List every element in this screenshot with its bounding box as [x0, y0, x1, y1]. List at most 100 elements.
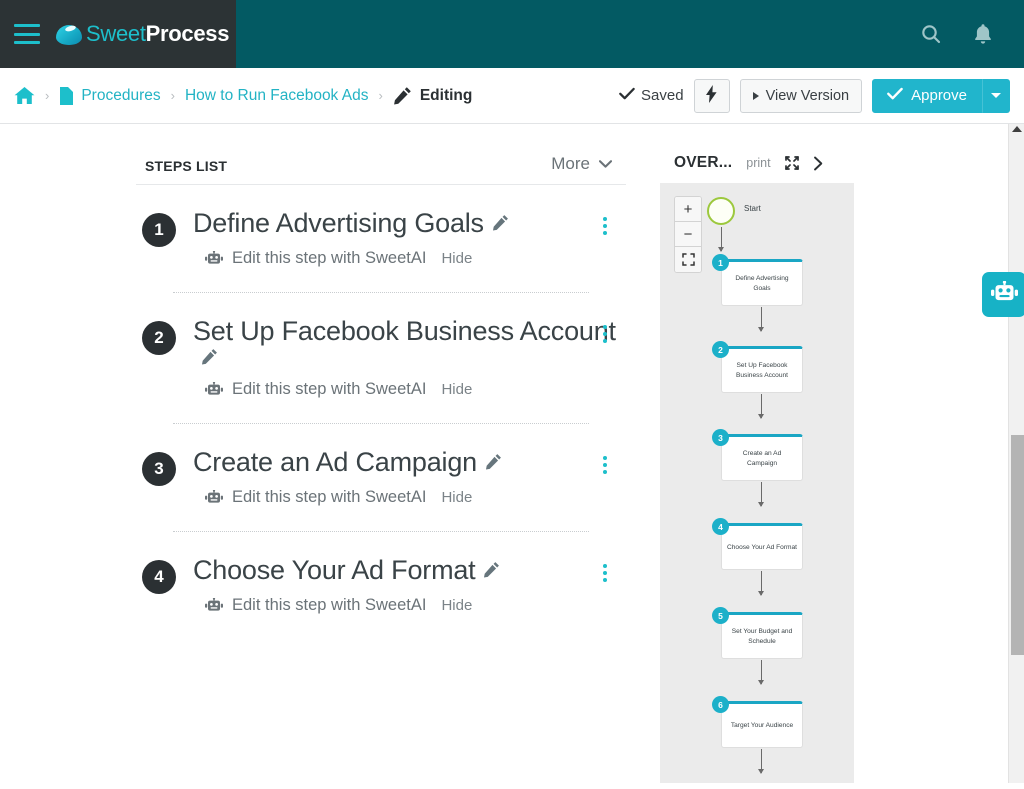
step-item-3[interactable]: 3 Create an Ad Campaign Edit this step w… [136, 424, 626, 532]
pencil-icon[interactable] [485, 453, 502, 475]
top-navigation-actions [918, 21, 996, 47]
flowchart-node-badge-4: 4 [712, 518, 729, 535]
check-icon [887, 87, 903, 104]
approve-button-group: Approve [872, 78, 1010, 113]
edit-with-sweetai-link[interactable]: Edit this step with SweetAI [232, 380, 426, 399]
edit-with-sweetai-link[interactable]: Edit this step with SweetAI [232, 488, 426, 507]
kebab-menu-icon[interactable] [596, 454, 614, 476]
breadcrumb-separator-1: › [45, 88, 50, 103]
flowchart-node-badge-6: 6 [712, 696, 729, 713]
more-dropdown-toggle[interactable]: More [551, 154, 626, 174]
document-icon [59, 86, 74, 105]
hide-link[interactable]: Hide [441, 597, 472, 614]
step-title: Define Advertising Goals [193, 208, 484, 238]
breadcrumb-separator-2: › [170, 88, 175, 103]
sweetai-assistant-button[interactable] [982, 272, 1024, 317]
step-item-2[interactable]: 2 Set Up Facebook Business Account Edit … [136, 293, 626, 424]
breadcrumb: › Procedures › How to Run Facebook Ads ›… [14, 86, 472, 105]
zoom-in-button[interactable]: + [675, 197, 701, 222]
approve-button[interactable]: Approve [872, 78, 982, 113]
lightning-bolt-button[interactable] [693, 78, 730, 113]
check-icon [619, 87, 635, 104]
kebab-menu-icon[interactable] [596, 562, 614, 584]
page-scrollbar[interactable] [1008, 124, 1024, 789]
step-title: Set Up Facebook Business Account [193, 315, 616, 346]
top-navigation-bar: SweetProcess [0, 0, 1024, 68]
pencil-icon[interactable] [492, 214, 509, 236]
flowchart-node-1[interactable]: Define Advertising Goals [721, 259, 803, 306]
flowchart-connector [758, 571, 764, 596]
step-ai-row: Edit this step with SweetAI Hide [193, 488, 616, 507]
flowchart-start-label: Start [744, 204, 761, 213]
robot-icon [205, 489, 223, 505]
robot-icon [205, 250, 223, 266]
expand-arrows-icon[interactable] [784, 156, 799, 170]
search-icon[interactable] [918, 21, 944, 47]
kebab-menu-icon[interactable] [596, 215, 614, 237]
lightning-bolt-icon [706, 84, 717, 107]
step-title: Choose Your Ad Format [193, 554, 476, 585]
view-version-button[interactable]: View Version [739, 78, 863, 113]
step-ai-row: Edit this step with SweetAI Hide [193, 249, 616, 268]
scroll-up-arrow-icon[interactable] [1012, 126, 1022, 132]
breadcrumb-bar: › Procedures › How to Run Facebook Ads ›… [0, 68, 1024, 124]
hide-link[interactable]: Hide [441, 381, 472, 398]
bell-icon[interactable] [970, 21, 996, 47]
triangle-right-icon [752, 91, 759, 100]
flowchart-connector [758, 307, 764, 332]
flowchart-connector [758, 660, 764, 685]
overview-title: OVER... [674, 154, 733, 171]
breadcrumb-item-document[interactable]: How to Run Facebook Ads [185, 87, 369, 105]
robot-icon [205, 597, 223, 613]
kebab-menu-icon[interactable] [596, 323, 614, 345]
hide-link[interactable]: Hide [441, 489, 472, 506]
flowchart-node-badge-1: 1 [712, 254, 729, 271]
flowchart-start-node[interactable] [707, 197, 735, 225]
step-number-badge: 1 [142, 213, 176, 247]
brand-panel: SweetProcess [0, 0, 236, 68]
step-number-badge: 3 [142, 451, 176, 486]
flowchart-node-2[interactable]: Set Up Facebook Business Account [721, 346, 803, 393]
step-title: Create an Ad Campaign [193, 446, 477, 477]
edit-with-sweetai-link[interactable]: Edit this step with SweetAI [232, 249, 426, 268]
hide-link[interactable]: Hide [441, 250, 472, 267]
app-logo-text: SweetProcess [86, 21, 229, 47]
flowchart-node-5[interactable]: Set Your Budget and Schedule [721, 612, 803, 659]
zoom-out-button[interactable]: − [675, 222, 701, 247]
flowchart-node-6[interactable]: Target Your Audience [721, 701, 803, 748]
hamburger-menu-icon[interactable] [14, 24, 40, 44]
flowchart-connector [758, 482, 764, 507]
pencil-icon[interactable] [483, 561, 500, 583]
step-number-badge: 2 [142, 320, 176, 355]
breadcrumb-item-editing: Editing [419, 86, 473, 104]
breadcrumb-item-procedures[interactable]: Procedures [81, 87, 160, 105]
fit-screen-icon[interactable] [675, 247, 701, 272]
main-content-area: STEPS LIST More 1 Define Advertising Goa… [0, 124, 1008, 789]
approve-dropdown-toggle[interactable] [982, 78, 1010, 113]
flowchart-node-3[interactable]: Create an Ad Campaign [721, 434, 803, 481]
saved-label: Saved [641, 87, 684, 104]
status-badge-saved: Saved [619, 87, 684, 104]
print-link[interactable]: print [746, 156, 770, 170]
view-version-label: View Version [765, 87, 850, 104]
flowchart-node-4[interactable]: Choose Your Ad Format [721, 523, 803, 570]
pencil-icon[interactable] [201, 348, 218, 370]
app-logo[interactable]: SweetProcess [56, 21, 229, 47]
step-item-1[interactable]: 1 Define Advertising Goals Edit this ste… [136, 185, 626, 293]
robot-icon [990, 280, 1018, 309]
page-bottom-edge [0, 783, 1024, 789]
chevron-down-icon [599, 160, 612, 168]
flowchart-canvas[interactable]: + − Start 1 Define Advertising Goals 2 S… [660, 183, 854, 789]
steps-list-title: STEPS LIST [145, 158, 228, 174]
step-item-4[interactable]: 4 Choose Your Ad Format Edit this step w… [136, 532, 626, 615]
steps-list-panel: STEPS LIST More 1 Define Advertising Goa… [136, 124, 626, 615]
flowchart-connector [758, 749, 764, 774]
robot-icon [205, 381, 223, 397]
overview-panel: OVER... print + − Start 1 Define Adverti… [660, 124, 860, 789]
flowchart-node-badge-2: 2 [712, 341, 729, 358]
steps-list-header: STEPS LIST More [136, 124, 626, 185]
chevron-right-icon[interactable] [813, 156, 824, 171]
home-icon[interactable] [14, 86, 35, 105]
edit-with-sweetai-link[interactable]: Edit this step with SweetAI [232, 596, 426, 615]
scrollbar-thumb[interactable] [1011, 435, 1024, 655]
